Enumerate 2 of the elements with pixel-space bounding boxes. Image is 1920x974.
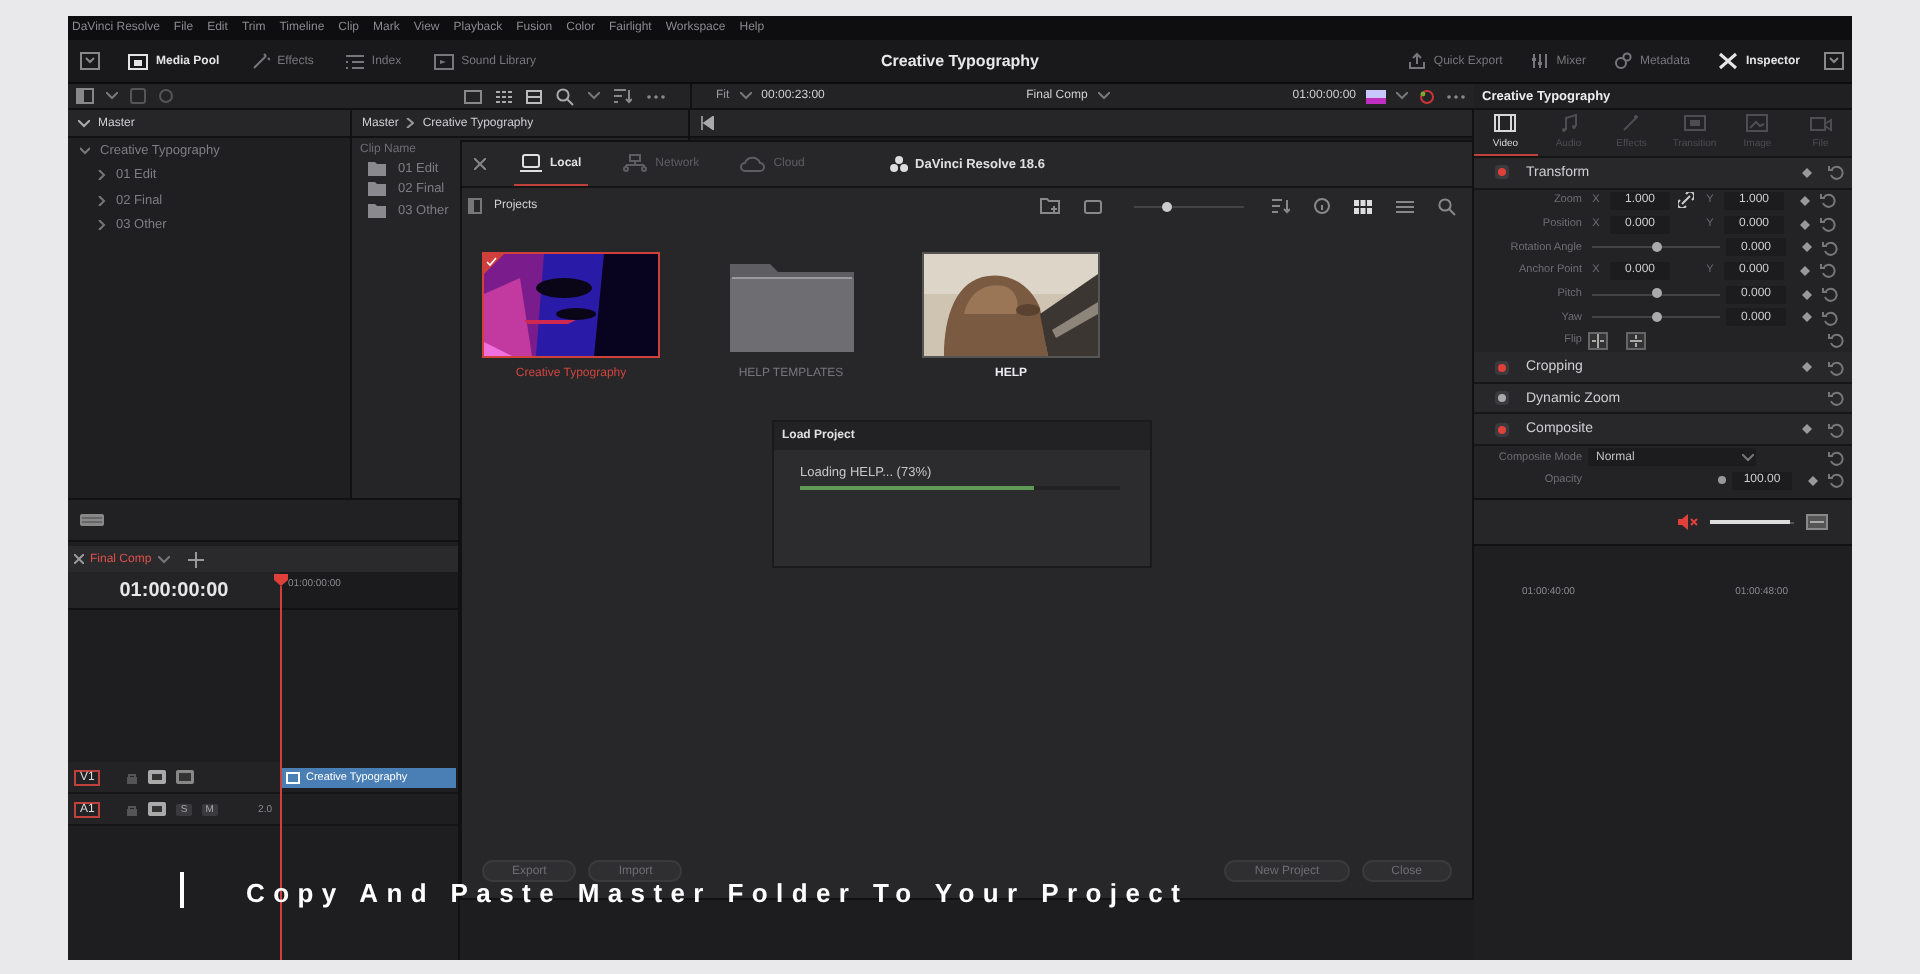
timecode: 01:00:00:00 [68,572,280,608]
project-title: Creative Typography [881,52,1039,70]
